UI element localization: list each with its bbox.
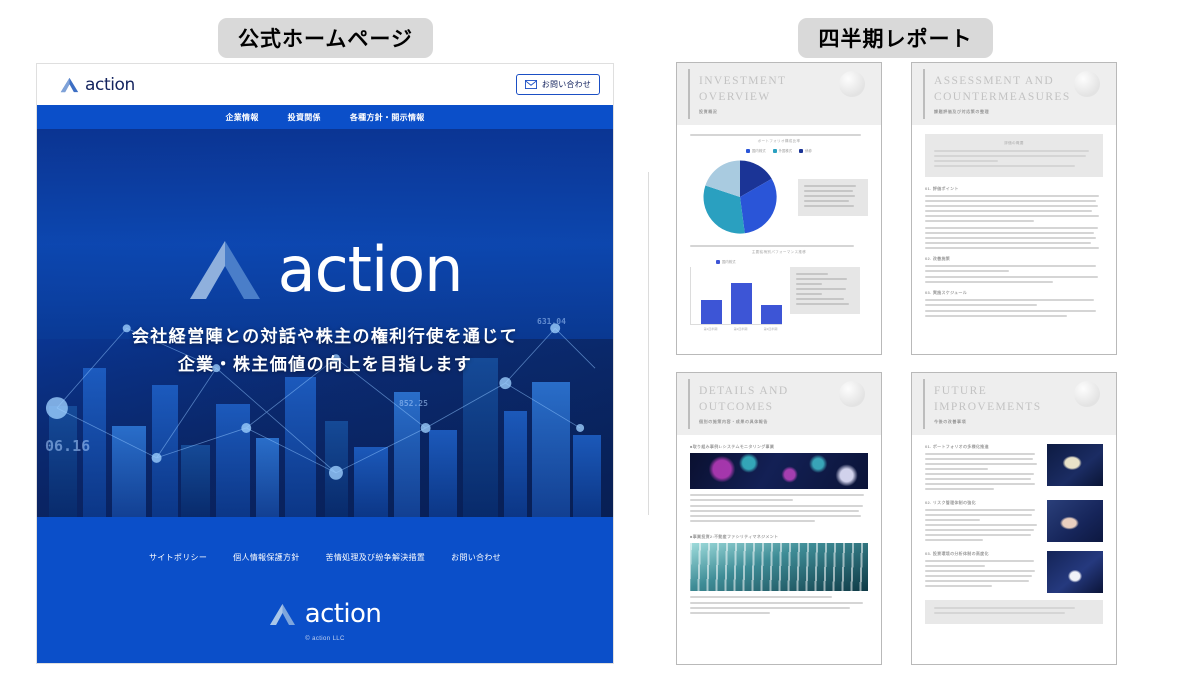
contact-button[interactable]: お問い合わせ (515, 74, 600, 95)
footer-link-site-policy[interactable]: サイトポリシー (149, 552, 207, 563)
page-title-line2: COUNTERMEASURES (934, 90, 1071, 103)
page-title-line2: OVERVIEW (699, 90, 771, 103)
report-page-assessment-countermeasures[interactable]: ASSESSMENT AND COUNTERMEASURES 課題評価及び対応策… (911, 62, 1117, 355)
chart2-caption: 主要銘柄別パフォーマンス推移 (751, 250, 807, 254)
hero-banner: 06.16 852.25 631.04 action 会社経営陣との対話や株主の… (37, 129, 613, 517)
section-heading-2: 02. リスク管理体制の強化 (925, 500, 976, 505)
photo-system-monitoring (690, 453, 868, 489)
envelope-icon (524, 80, 537, 89)
action-triangle-logo-icon (269, 603, 295, 625)
section-heading-1: 01. ポートフォリオの多様化推進 (925, 444, 989, 449)
nav-item-investor[interactable]: 投資関係 (288, 112, 321, 123)
improvement-section-3: 03. 投資環境の分析体制の高度化 (925, 551, 1103, 593)
site-header: action お問い合わせ (37, 64, 613, 105)
improvement-section-1: 01. ポートフォリオの多様化推進 (925, 444, 1103, 493)
photo-analysis-framework (1047, 551, 1103, 593)
bar-legend: 国内株式 (690, 259, 868, 264)
action-triangle-logo-icon (189, 240, 260, 299)
summary-box: 評価の概要 (925, 134, 1103, 177)
page-body: 評価の概要 01. 評価ポイント 02. 改善施策 03. 実施スケジュール (912, 125, 1116, 354)
report-page-future-improvements[interactable]: FUTURE IMPROVEMENTS 今後の改善事項 01. ポートフォリオの… (911, 372, 1117, 665)
page-body: ■取り組み事例1:システムモニタリング事業 ■事業投資2:不動産ファシリティマネ… (677, 435, 881, 664)
page-header: INVESTMENT OVERVIEW 投資概況 (677, 63, 881, 125)
section-heading-3: 03. 投資環境の分析体制の高度化 (925, 551, 989, 556)
summary-heading: 評価の概要 (1004, 141, 1024, 145)
page-body: 01. ポートフォリオの多様化推進 02. リスク管理体制の強化 03. 投資環… (912, 435, 1116, 664)
pie-data-box (798, 178, 868, 216)
page-header: ASSESSMENT AND COUNTERMEASURES 課題評価及び対応策… (912, 63, 1116, 125)
vertical-divider (648, 172, 649, 515)
page-subtitle: 今後の改善事項 (934, 419, 967, 425)
page-title-line1: ASSESSMENT AND (934, 75, 1055, 87)
action-triangle-logo-icon (60, 77, 79, 92)
section-heading-3: 03. 実施スケジュール (925, 290, 967, 295)
bar-q2 (731, 282, 752, 324)
footer-link-complaints[interactable]: 苦情処理及び紛争解決措置 (326, 552, 426, 563)
nav-item-policies[interactable]: 各種方針・開示情報 (350, 112, 425, 123)
pie-legend: 国内株式 外国株式 債券 (690, 148, 868, 153)
section-heading-2: 02. 改善施策 (925, 256, 951, 261)
bar-q1 (701, 300, 722, 324)
block2-heading: ■事業投資2:不動産ファシリティマネジメント (690, 534, 779, 539)
screenshot-root: 公式ホームページ 四半期レポート action お問い合わせ 企業情報 投資関係… (0, 0, 1200, 675)
page-subtitle: 課題評価及び対応策の整理 (934, 109, 990, 115)
bar-q3 (761, 304, 782, 324)
nav-item-company[interactable]: 企業情報 (225, 112, 258, 123)
site-footer: サイトポリシー 個人情報保護方針 苦情処理及び紛争解決措置 お問い合わせ act… (37, 517, 613, 663)
bar-data-box (790, 267, 860, 314)
pie-chart-row (690, 156, 868, 238)
page-subtitle: 個別の施策内容・成果の具体報告 (699, 419, 768, 425)
report-page-investment-overview[interactable]: INVESTMENT OVERVIEW 投資概況 ポートフォリオ構成比率 国内株… (676, 62, 882, 355)
footer-link-privacy-policy[interactable]: 個人情報保護方針 (233, 552, 299, 563)
footer-logo: action (269, 599, 382, 629)
hero-logo: action (188, 232, 464, 306)
site-navigation[interactable]: 企業情報 投資関係 各種方針・開示情報 (37, 105, 613, 129)
portfolio-pie-chart (703, 160, 777, 234)
page-title-line2: IMPROVEMENTS (934, 400, 1042, 413)
bar-axis-labels: 第1四半期 第2四半期 第3四半期 (703, 327, 778, 331)
page-subtitle: 投資概況 (699, 109, 718, 115)
copyright-text: © action LLC (305, 636, 345, 642)
hero-logo-text: action (277, 232, 464, 306)
improvement-section-2: 02. リスク管理体制の強化 (925, 500, 1103, 544)
label-official-website: 公式ホームページ (218, 18, 433, 58)
footer-link-contact[interactable]: お問い合わせ (451, 552, 501, 563)
page-header: FUTURE IMPROVEMENTS 今後の改善事項 (912, 373, 1116, 435)
site-logo[interactable]: action (60, 75, 135, 95)
block1-heading: ■取り組み事例1:システムモニタリング事業 (690, 444, 775, 449)
section-heading-1: 01. 評価ポイント (925, 186, 959, 191)
performance-bar-chart (690, 267, 782, 325)
hero-headline-line1: 会社経営陣との対話や株主の権利行使を通じて (131, 326, 519, 346)
hero-headline-line2: 企業・株主価値の向上を目指します (177, 355, 473, 374)
photo-portfolio-diversification (1047, 444, 1103, 486)
report-page-details-outcomes[interactable]: DETAILS AND OUTCOMES 個別の施策内容・成果の具体報告 ■取り… (676, 372, 882, 665)
page-header: DETAILS AND OUTCOMES 個別の施策内容・成果の具体報告 (677, 373, 881, 435)
page-title-line1: DETAILS AND (699, 385, 789, 397)
footnote-box (925, 600, 1103, 624)
photo-risk-management (1047, 500, 1103, 542)
page-title-line1: FUTURE (934, 385, 988, 397)
website-preview[interactable]: action お問い合わせ 企業情報 投資関係 各種方針・開示情報 06.16 … (36, 63, 614, 664)
contact-button-label: お問い合わせ (541, 80, 591, 89)
hero-headline: 会社経営陣との対話や株主の権利行使を通じて 企業・株主価値の向上を目指します (132, 323, 518, 379)
photo-real-estate-facility (690, 543, 868, 591)
page-title-line2: OUTCOMES (699, 400, 774, 413)
label-quarterly-report: 四半期レポート (798, 18, 993, 58)
chart1-caption: ポートフォリオ構成比率 (757, 139, 801, 143)
footer-links[interactable]: サイトポリシー 個人情報保護方針 苦情処理及び紛争解決措置 お問い合わせ (149, 552, 501, 563)
page-title-line1: INVESTMENT (699, 75, 787, 87)
footer-logo-text: action (304, 599, 382, 629)
report-pages-grid: INVESTMENT OVERVIEW 投資概況 ポートフォリオ構成比率 国内株… (676, 62, 1117, 665)
site-logo-text: action (85, 74, 135, 95)
page-body: ポートフォリオ構成比率 国内株式 外国株式 債券 主要銘柄別パフォーマンス推移 … (677, 125, 881, 354)
bar-chart-row: 第1四半期 第2四半期 第3四半期 (690, 267, 868, 331)
